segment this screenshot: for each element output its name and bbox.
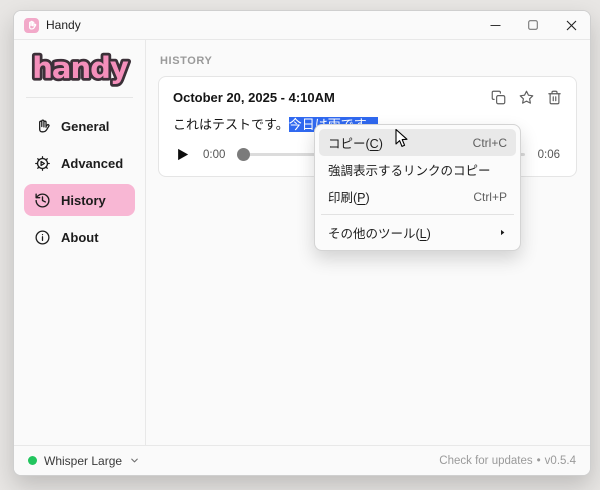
sidebar-item-about[interactable]: About [24, 221, 135, 253]
menu-separator [321, 214, 514, 215]
close-button[interactable] [552, 11, 590, 39]
submenu-arrow-icon [498, 228, 507, 237]
sidebar-item-label: General [61, 119, 109, 134]
hand-icon [34, 118, 51, 135]
gear-icon [34, 155, 51, 172]
sidebar-item-label: About [61, 230, 99, 245]
version-label: v0.5.4 [545, 455, 576, 467]
check-updates-link[interactable]: Check for updates [439, 455, 532, 467]
menu-shortcut: Ctrl+C [473, 136, 507, 150]
window-title: Handy [46, 18, 81, 32]
app-window: Handy handy [13, 10, 591, 476]
context-menu: コピー(C) Ctrl+C 強調表示するリンクのコピー 印刷(P) Ctrl+P… [314, 124, 521, 251]
sidebar-item-label: Advanced [61, 156, 123, 171]
model-selector[interactable]: Whisper Large [28, 454, 140, 468]
copy-button[interactable] [491, 90, 506, 105]
menu-item-copy[interactable]: コピー(C) Ctrl+C [319, 129, 516, 156]
sidebar-item-history[interactable]: History [24, 184, 135, 216]
menu-item-label: 強調表示するリンクのコピー [328, 160, 491, 179]
chevron-down-icon [129, 455, 140, 466]
sidebar-item-label: History [61, 193, 106, 208]
statusbar: Whisper Large Check for updates • v0.5.4 [14, 445, 590, 475]
version-area: Check for updates • v0.5.4 [439, 455, 576, 467]
maximize-icon [528, 20, 538, 30]
menu-item-print[interactable]: 印刷(P) Ctrl+P [319, 183, 516, 210]
menu-item-more-tools[interactable]: その他のツール(L) [319, 219, 516, 246]
trash-icon [547, 90, 562, 105]
copy-icon [491, 90, 506, 105]
sidebar-divider [26, 97, 133, 98]
mouse-cursor-icon [394, 128, 409, 149]
separator-dot: • [537, 455, 541, 467]
minimize-button[interactable] [476, 11, 514, 39]
info-icon [34, 229, 51, 246]
maximize-button[interactable] [514, 11, 552, 39]
current-time-label: 0:00 [203, 149, 225, 161]
slider-thumb[interactable] [237, 148, 250, 161]
titlebar[interactable]: Handy [14, 11, 590, 40]
menu-item-label: コピー(C) [328, 133, 383, 152]
star-icon [519, 90, 534, 105]
history-icon [34, 192, 51, 209]
sidebar-item-general[interactable]: General [24, 110, 135, 142]
handy-logo: handy [14, 40, 145, 97]
menu-item-copy-highlight-link[interactable]: 強調表示するリンクのコピー [319, 156, 516, 183]
duration-label: 0:06 [538, 149, 560, 161]
menu-item-label: その他のツール(L) [328, 223, 431, 242]
sidebar-item-advanced[interactable]: Advanced [24, 147, 135, 179]
play-icon [175, 147, 190, 162]
sidebar-nav: General Advanced Histo [14, 104, 145, 264]
sidebar: handy General Advanced [14, 40, 146, 445]
close-icon [566, 20, 577, 31]
minimize-icon [490, 20, 501, 31]
transcript-text-normal: これはテストです。 [173, 117, 289, 132]
model-name-label: Whisper Large [44, 454, 122, 468]
svg-text:handy: handy [32, 51, 129, 85]
menu-shortcut: Ctrl+P [473, 190, 507, 204]
entry-actions [491, 90, 562, 105]
delete-button[interactable] [547, 90, 562, 105]
status-dot-icon [28, 456, 37, 465]
menu-item-label: 印刷(P) [328, 187, 370, 206]
history-section-label: HISTORY [160, 55, 577, 67]
star-button[interactable] [519, 90, 534, 105]
window-controls [476, 11, 590, 39]
app-logo-icon [24, 18, 39, 33]
play-button[interactable] [175, 147, 190, 162]
entry-timestamp: October 20, 2025 - 4:10AM [173, 90, 335, 105]
